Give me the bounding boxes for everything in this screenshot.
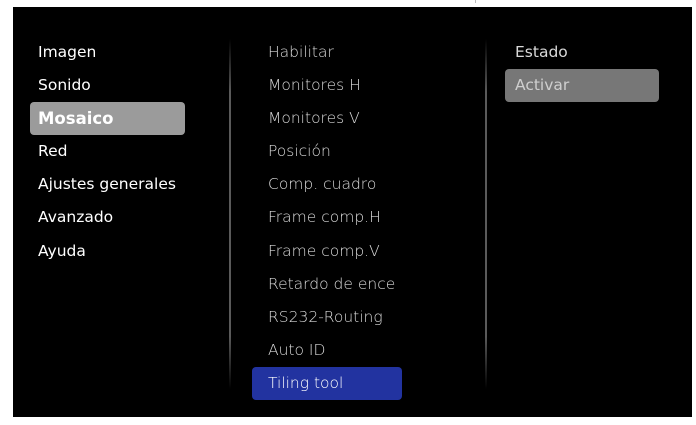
submenu-item-posicion[interactable]: Posición [252, 135, 402, 168]
submenu-item-monitores-v[interactable]: Monitores V [252, 102, 402, 135]
main-menu-item-ajustes-generales[interactable]: Ajustes generales [30, 168, 185, 201]
submenu-item-rs232-routing[interactable]: RS232-Routing [252, 301, 402, 334]
submenu-item-auto-id[interactable]: Auto ID [252, 334, 402, 367]
submenu-item-frame-comp-h[interactable]: Frame comp.H [252, 201, 402, 234]
column-divider-left [229, 39, 231, 389]
submenu-item-comp-cuadro[interactable]: Comp. cuadro [252, 168, 402, 201]
main-menu: Imagen Sonido Mosaico Red Ajustes genera… [30, 36, 185, 268]
option-activar[interactable]: Activar [505, 69, 659, 103]
main-menu-item-sonido[interactable]: Sonido [30, 69, 185, 102]
submenu-item-monitores-h[interactable]: Monitores H [252, 69, 402, 102]
main-menu-item-avanzado[interactable]: Avanzado [30, 201, 185, 234]
submenu-item-habilitar[interactable]: Habilitar [252, 36, 402, 69]
option-estado[interactable]: Estado [505, 36, 659, 69]
submenu-item-tiling-tool[interactable]: Tiling tool [252, 366, 402, 401]
submenu-item-frame-comp-v[interactable]: Frame comp.V [252, 235, 402, 268]
main-menu-item-imagen[interactable]: Imagen [30, 36, 185, 69]
main-menu-item-mosaico[interactable]: Mosaico [30, 102, 185, 136]
main-menu-item-ayuda[interactable]: Ayuda [30, 235, 185, 268]
main-menu-item-red[interactable]: Red [30, 135, 185, 168]
options-list: Estado Activar [505, 36, 659, 103]
osd-menu-screen: Imagen Sonido Mosaico Red Ajustes genera… [13, 7, 692, 417]
submenu-item-retardo-de-ence[interactable]: Retardo de ence [252, 268, 402, 301]
top-tick-mark [475, 0, 476, 3]
tiling-submenu: Habilitar Monitores H Monitores V Posici… [252, 36, 402, 401]
column-divider-right [485, 39, 487, 389]
